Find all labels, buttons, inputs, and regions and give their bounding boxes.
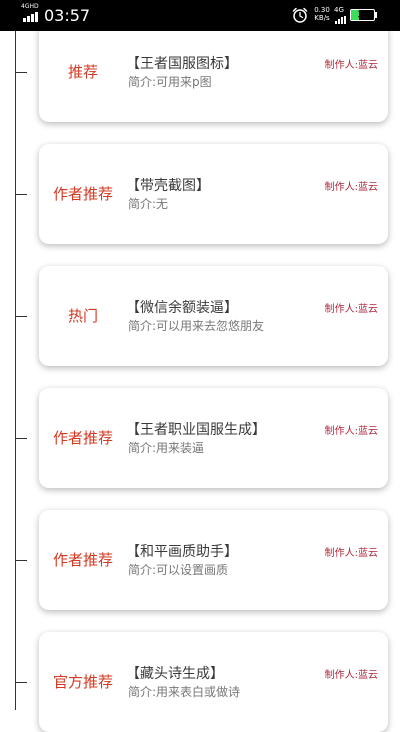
tool-card-wangzhe-rank-generator[interactable]: 作者推荐 【王者职业国服生成】 简介:用来装逼 制作人:蓝云: [39, 388, 388, 488]
timeline-tick: [15, 316, 27, 317]
card-title: 【微信余额装逼】: [126, 300, 238, 316]
network-type-label: 4G: [334, 6, 344, 14]
card-tag: 作者推荐: [52, 185, 113, 203]
card-description: 简介:用来装逼: [128, 441, 205, 455]
card-title: 【王者职业国服生成】: [126, 422, 266, 438]
tool-card-graphics-helper[interactable]: 作者推荐 【和平画质助手】 简介:可以设置画质 制作人:蓝云: [39, 510, 388, 610]
timeline-line: [15, 31, 16, 710]
signal-strength-icon: [23, 12, 39, 22]
card-author: 制作人:蓝云: [324, 60, 378, 71]
tool-card-frame-screenshot[interactable]: 作者推荐 【带壳截图】 简介:无 制作人:蓝云: [39, 144, 388, 244]
tool-card-wechat-balance[interactable]: 热门 【微信余额装逼】 简介:可以用来去忽悠朋友 制作人:蓝云: [39, 266, 388, 366]
card-title: 【王者国服图标】: [126, 56, 238, 72]
battery-level-text: 35: [357, 10, 368, 19]
cellular-signal-icon: [335, 16, 346, 24]
card-description: 简介:可以设置画质: [128, 563, 229, 577]
card-author: 制作人:蓝云: [324, 426, 378, 437]
timeline-tick: [15, 194, 27, 195]
tool-card-wangzhe-icon[interactable]: 推荐 【王者国服图标】 简介:可用来p图 制作人:蓝云: [39, 22, 388, 122]
card-author: 制作人:蓝云: [324, 182, 378, 193]
card-author: 制作人:蓝云: [324, 304, 378, 315]
network-label: 4GHD: [21, 3, 39, 10]
card-title: 【和平画质助手】: [126, 544, 238, 560]
alarm-clock-icon: [292, 7, 308, 23]
card-description: 简介:无: [128, 197, 169, 211]
timeline-tick: [15, 72, 27, 73]
card-tag: 官方推荐: [52, 673, 113, 691]
card-tag: 热门: [67, 307, 98, 325]
card-description: 简介:用来表白或做诗: [128, 685, 241, 699]
card-author: 制作人:蓝云: [324, 670, 378, 681]
card-tag: 作者推荐: [52, 429, 113, 447]
card-title: 【藏头诗生成】: [126, 666, 224, 682]
card-title: 【带壳截图】: [126, 178, 210, 194]
timeline-tick: [15, 438, 27, 439]
card-tag: 推荐: [67, 63, 98, 81]
card-description: 简介:可用来p图: [128, 75, 212, 89]
card-author: 制作人:蓝云: [324, 548, 378, 559]
timeline-tick: [15, 682, 27, 683]
card-description: 简介:可以用来去忽悠朋友: [128, 319, 265, 333]
timeline-tick: [15, 560, 27, 561]
network-speed-unit: KB/s: [314, 14, 330, 22]
network-speed: 0.30 KB/s: [312, 6, 332, 22]
status-bar: 4GHD 03:57 0.30 KB/s 4G 35: [0, 0, 400, 31]
tool-card-acrostic-poem[interactable]: 官方推荐 【藏头诗生成】 简介:用来表白或做诗 制作人:蓝云: [39, 632, 388, 732]
mobile-data-indicator: 4G: [334, 6, 346, 26]
network-speed-value: 0.30: [314, 6, 330, 14]
battery-icon: 35: [350, 9, 375, 21]
card-tag: 作者推荐: [52, 551, 113, 569]
battery-tip: [375, 12, 377, 18]
clock-time: 03:57: [44, 6, 91, 25]
